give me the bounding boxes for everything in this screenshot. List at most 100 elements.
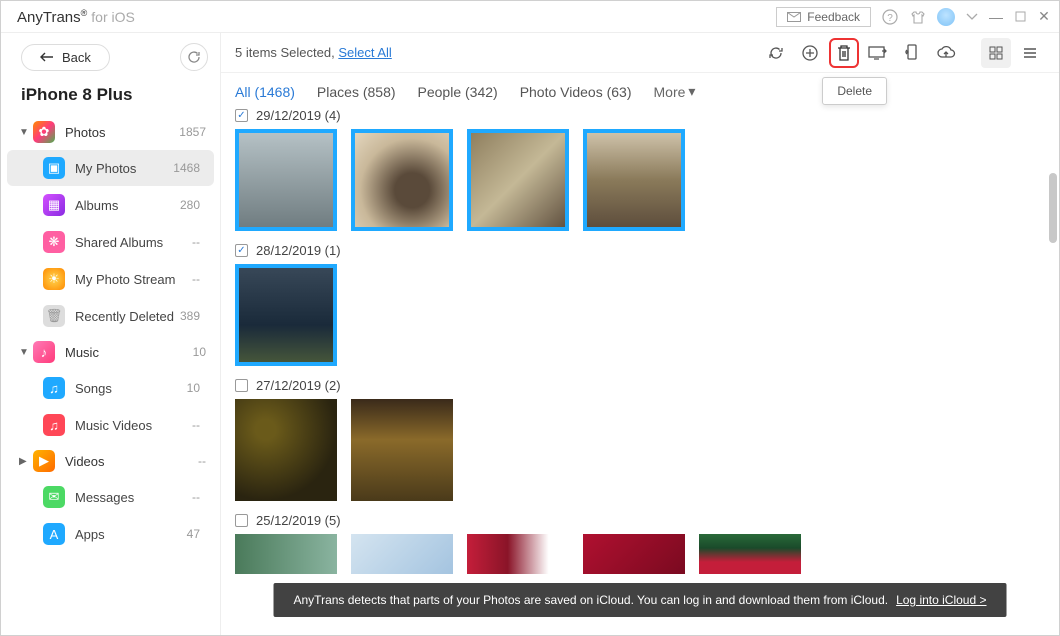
sidebar-item-albums[interactable]: ▦ Albums 280 xyxy=(7,187,214,223)
sidebar-group-videos[interactable]: ▶▶Videos-- xyxy=(1,444,220,478)
photo-thumbnail[interactable] xyxy=(235,534,337,574)
delete-icon[interactable] xyxy=(829,38,859,68)
delete-tooltip: Delete xyxy=(822,77,887,105)
sidebar-group-music[interactable]: ▼ ♪ Music 10 xyxy=(1,335,220,369)
sidebar-item-count: 280 xyxy=(180,198,200,212)
category-icon: ☀ xyxy=(43,268,65,290)
date-checkbox[interactable] xyxy=(235,109,248,122)
filter-tabs: All (1468) Places (858) People (342) Photo … xyxy=(221,73,1059,108)
photo-thumbnail[interactable] xyxy=(583,129,685,231)
chevron-down-icon[interactable] xyxy=(965,10,979,24)
to-pc-icon[interactable] xyxy=(863,38,893,68)
photo-thumbnail[interactable] xyxy=(351,399,453,501)
date-group: 29/12/2019 (4) xyxy=(235,108,1045,231)
sidebar-item-count: 10 xyxy=(187,381,200,395)
sidebar-group-label: Music xyxy=(65,345,99,360)
category-icon: ▦ xyxy=(43,194,65,216)
date-checkbox[interactable] xyxy=(235,244,248,257)
category-icon: ▶ xyxy=(33,450,55,472)
category-icon: ✿ xyxy=(33,121,55,143)
photo-thumbnail[interactable] xyxy=(235,264,337,366)
date-group: 28/12/2019 (1) xyxy=(235,243,1045,366)
feedback-button[interactable]: Feedback xyxy=(776,7,871,27)
sidebar-item-my-photo-stream[interactable]: ☀My Photo Stream-- xyxy=(7,261,214,297)
photo-thumbnail[interactable] xyxy=(467,129,569,231)
selected-count-text: 5 items Selected, xyxy=(235,45,338,60)
thumbnail-row xyxy=(235,129,1045,231)
category-icon: ♪ xyxy=(33,341,55,363)
tab-photo[interactable]: Photo Videos (63) xyxy=(520,84,632,100)
caret-icon: ▼ xyxy=(19,127,29,138)
sidebar-item-label: Shared Albums xyxy=(75,235,163,250)
banner-text: AnyTrans detects that parts of your Phot… xyxy=(294,593,889,607)
sidebar-item-messages[interactable]: ✉Messages-- xyxy=(7,479,214,515)
minimize-icon[interactable]: — xyxy=(989,10,1003,24)
titlebar: AnyTrans® for iOS Feedback ? — ✕ xyxy=(1,1,1059,33)
svg-text:?: ? xyxy=(887,13,893,24)
photo-thumbnail[interactable] xyxy=(699,534,801,574)
grid-view-icon[interactable] xyxy=(981,38,1011,68)
photo-thumbnail[interactable] xyxy=(467,534,569,574)
sidebar-item-count: 47 xyxy=(187,527,200,541)
sidebar-group-count: 10 xyxy=(193,345,206,359)
help-icon[interactable]: ? xyxy=(881,8,899,26)
sidebar-item-label: Apps xyxy=(75,527,105,542)
avatar[interactable] xyxy=(937,8,955,26)
sidebar-item-label: Recently Deleted xyxy=(75,309,174,324)
sidebar-item-my-photos[interactable]: ▣My Photos1468 xyxy=(7,150,214,186)
date-checkbox[interactable] xyxy=(235,379,248,392)
sidebar-item-label: Songs xyxy=(75,381,112,396)
sidebar-item-count: -- xyxy=(192,490,200,504)
photo-thumbnail[interactable] xyxy=(583,534,685,574)
sidebar-item-label: Music Videos xyxy=(75,418,152,433)
photo-thumbnail[interactable] xyxy=(351,534,453,574)
sidebar-item-label: Albums xyxy=(75,198,118,213)
refresh-icon[interactable] xyxy=(761,38,791,68)
refresh-button[interactable] xyxy=(180,43,208,71)
photo-thumbnail[interactable] xyxy=(235,129,337,231)
device-name: iPhone 8 Plus xyxy=(1,71,220,115)
add-icon[interactable] xyxy=(795,38,825,68)
selection-status: 5 items Selected, Select All xyxy=(235,45,392,60)
banner-link[interactable]: Log into iCloud > xyxy=(896,593,986,607)
sidebar-item-recently-deleted[interactable]: 🗑Recently Deleted389 xyxy=(7,298,214,334)
tab-people[interactable]: People (342) xyxy=(418,84,498,100)
thumbnail-row xyxy=(235,399,1045,501)
brand-area: AnyTrans® for iOS xyxy=(17,8,135,26)
sidebar-item-label: Messages xyxy=(75,490,134,505)
tab-all[interactable]: All (1468) xyxy=(235,84,295,100)
list-view-icon[interactable] xyxy=(1015,38,1045,68)
date-checkbox[interactable] xyxy=(235,514,248,527)
close-icon[interactable]: ✕ xyxy=(1037,10,1051,24)
sidebar-item-songs[interactable]: ♫Songs10 xyxy=(7,370,214,406)
thumbnail-row xyxy=(235,534,1045,574)
sidebar-item-music-videos[interactable]: ♫Music Videos-- xyxy=(7,407,214,443)
sidebar-group-label: Videos xyxy=(65,454,105,469)
select-all-link[interactable]: Select All xyxy=(338,45,391,60)
to-cloud-icon[interactable] xyxy=(931,38,961,68)
shirt-icon[interactable] xyxy=(909,8,927,26)
photo-thumbnail[interactable] xyxy=(351,129,453,231)
to-device-icon[interactable] xyxy=(897,38,927,68)
sidebar-group-photos[interactable]: ▼✿Photos1857 xyxy=(1,115,220,149)
caret-icon: ▼ xyxy=(19,347,29,358)
date-header: 27/12/2019 (2) xyxy=(235,378,1045,393)
date-label: 25/12/2019 (5) xyxy=(256,513,341,528)
sidebar-item-count: -- xyxy=(192,235,200,249)
chevron-down-icon: ▾ xyxy=(688,83,695,100)
sidebar-item-apps[interactable]: AApps47 xyxy=(7,516,214,552)
content-area[interactable]: 29/12/2019 (4) 28/12/2019 (1) 27/12/2019 (… xyxy=(221,108,1059,635)
date-header: 25/12/2019 (5) xyxy=(235,513,1045,528)
scrollbar-thumb[interactable] xyxy=(1049,173,1057,243)
tab-more[interactable]: More ▾ xyxy=(654,83,696,100)
sidebar-item-shared-albums[interactable]: ❋Shared Albums-- xyxy=(7,224,214,260)
sidebar: Back iPhone 8 Plus ▼✿Photos1857▣My Photo… xyxy=(1,33,221,635)
photo-thumbnail[interactable] xyxy=(235,399,337,501)
maximize-icon[interactable] xyxy=(1013,10,1027,24)
sidebar-item-label: My Photo Stream xyxy=(75,272,175,287)
tab-places[interactable]: Places (858) xyxy=(317,84,396,100)
date-group: 27/12/2019 (2) xyxy=(235,378,1045,501)
back-button[interactable]: Back xyxy=(21,44,110,71)
date-group: 25/12/2019 (5) xyxy=(235,513,1045,574)
date-label: 29/12/2019 (4) xyxy=(256,108,341,123)
